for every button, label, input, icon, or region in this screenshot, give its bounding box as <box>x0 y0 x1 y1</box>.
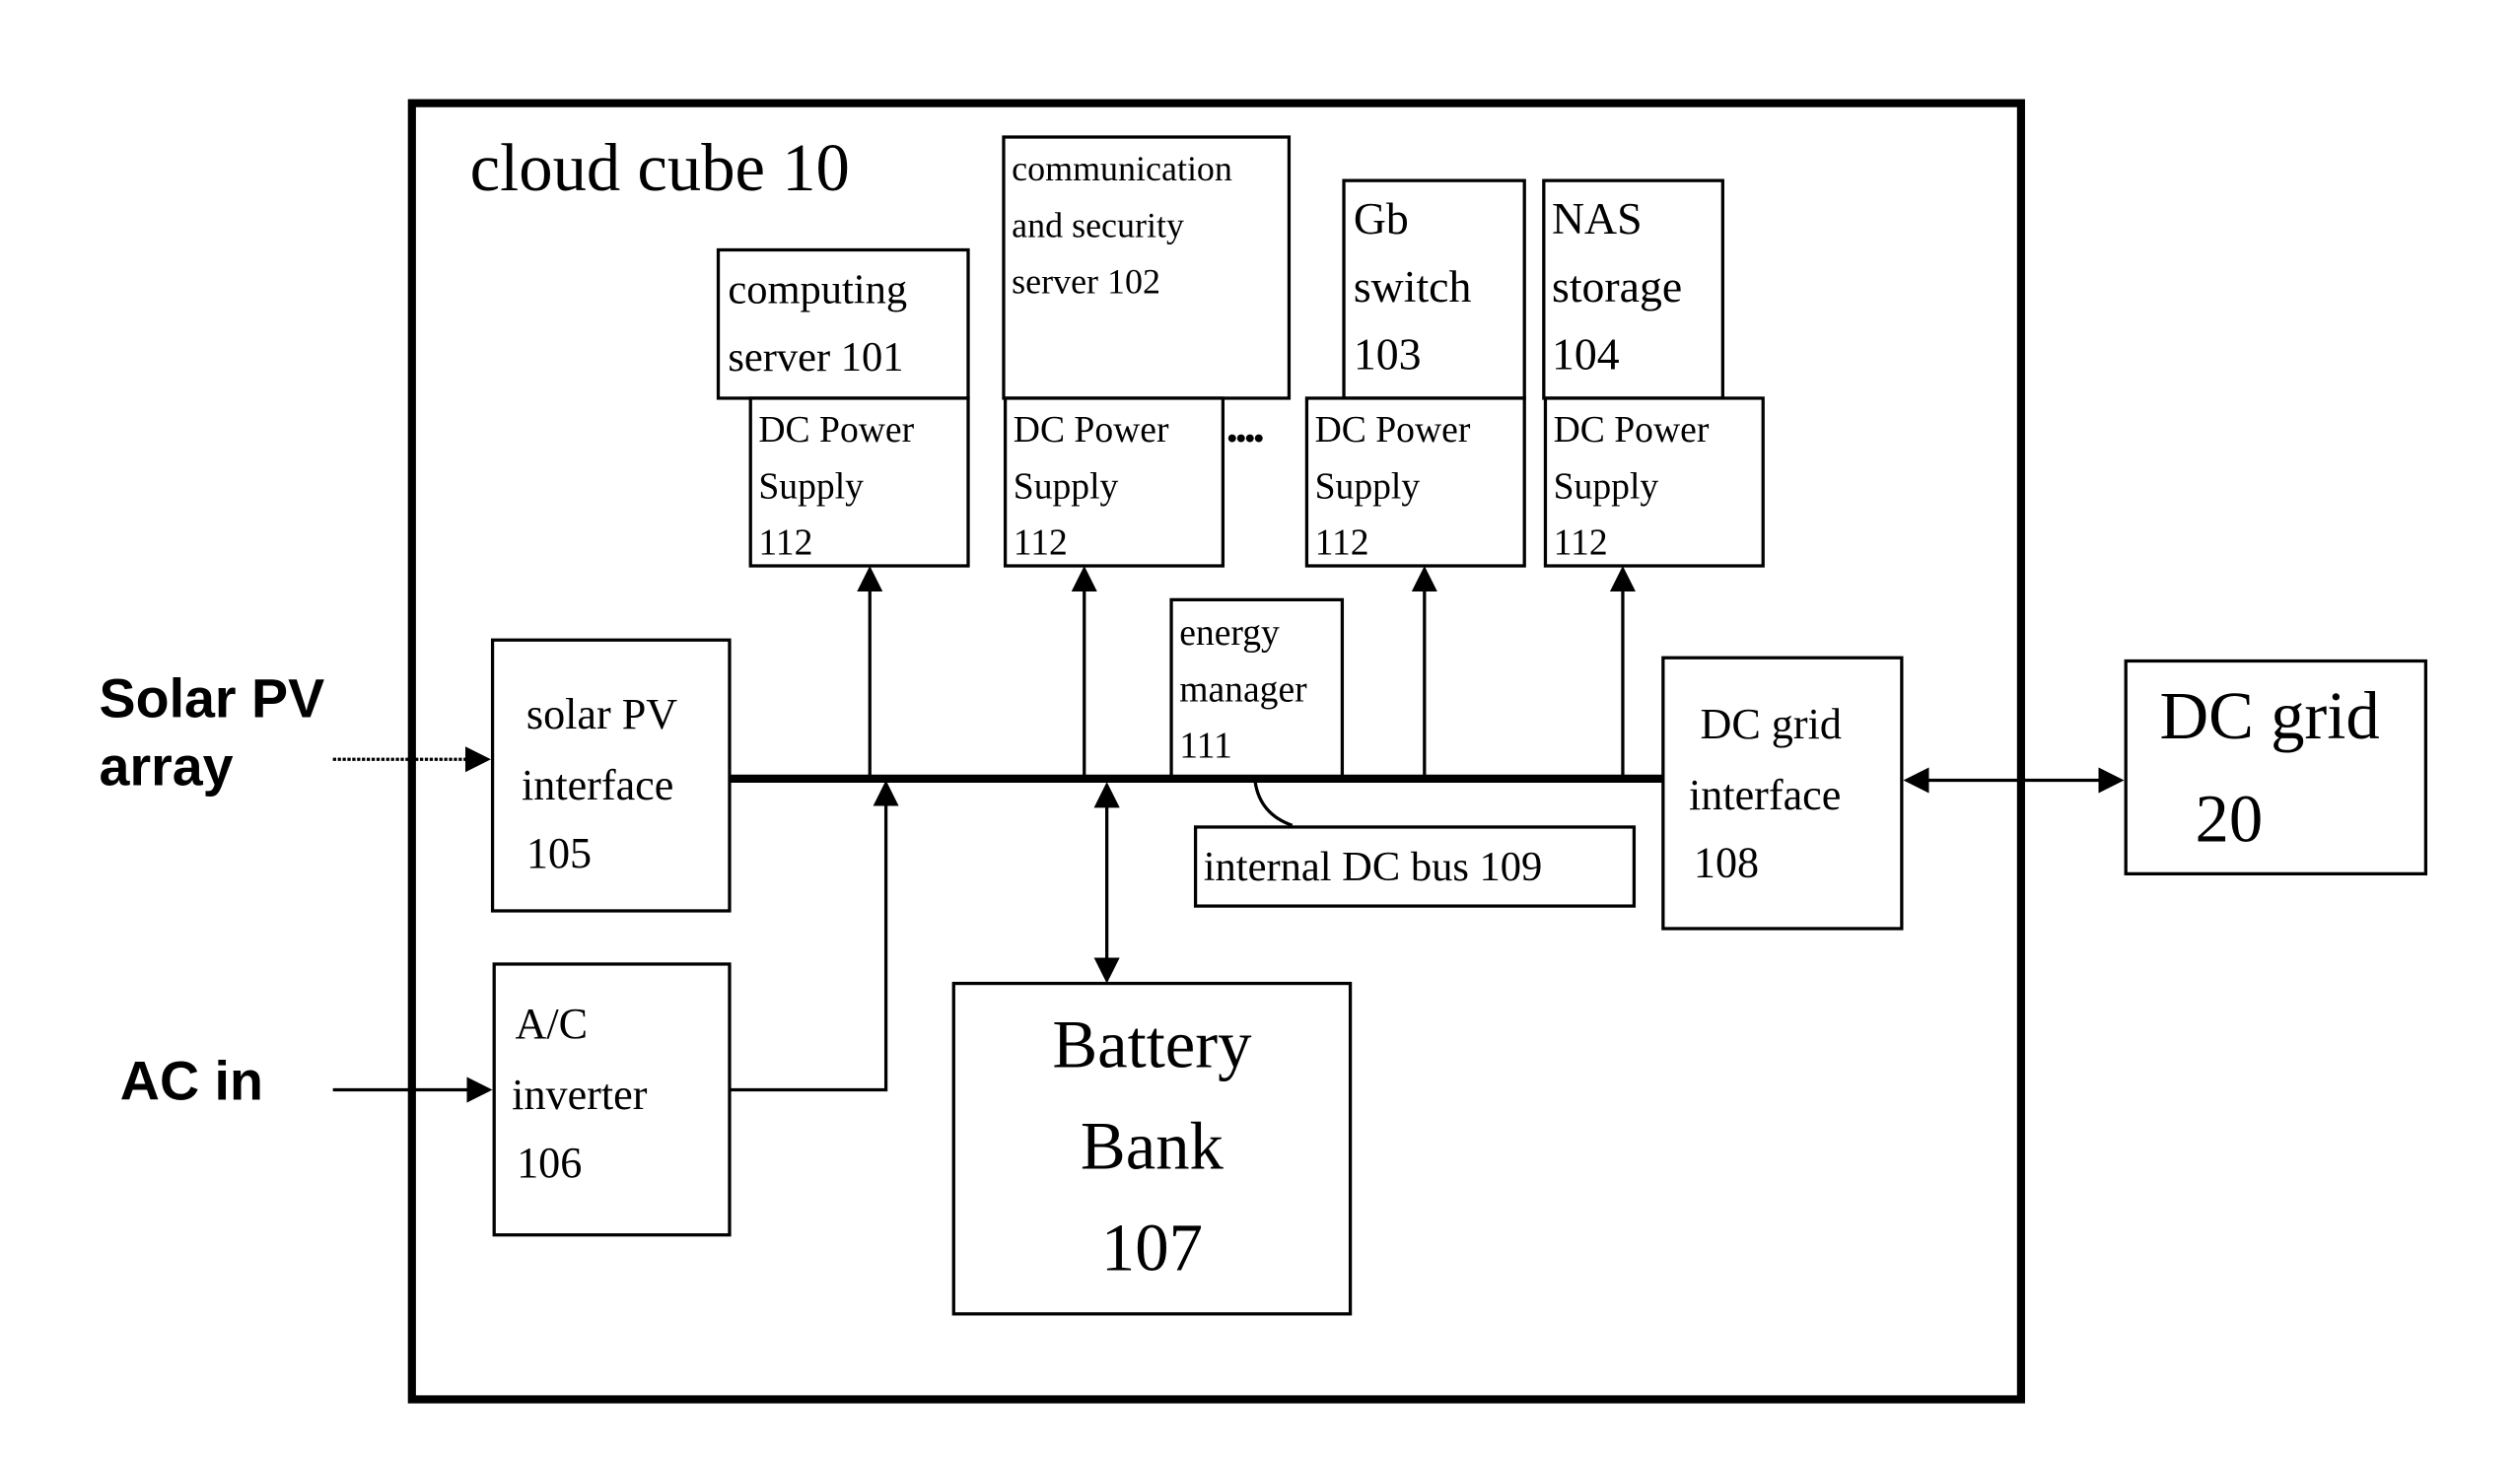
svg-text:112: 112 <box>1315 522 1369 564</box>
solar-pv-array-label: Solar PV <box>100 668 325 730</box>
svg-text:Gb: Gb <box>1354 193 1409 243</box>
svg-text:Bank: Bank <box>1081 1109 1225 1184</box>
svg-text:112: 112 <box>1014 522 1068 564</box>
svg-text:storage: storage <box>1552 261 1682 312</box>
ellipsis-dots: .... <box>1226 398 1264 452</box>
svg-text:Supply: Supply <box>758 465 864 507</box>
svg-text:communication: communication <box>1012 149 1232 188</box>
svg-text:112: 112 <box>1554 522 1608 564</box>
computing-server-block: computing server 101 <box>716 247 970 400</box>
svg-text:Supply: Supply <box>1554 465 1659 507</box>
svg-text:inverter: inverter <box>512 1071 648 1119</box>
svg-text:switch: switch <box>1354 261 1472 312</box>
ac-in-label: AC in <box>120 1050 263 1111</box>
svg-text:energy: energy <box>1179 612 1280 654</box>
dc-grid-interface-block: DC grid interface 108 <box>1661 656 1904 931</box>
bus-label-leader <box>1253 781 1294 827</box>
svg-text:DC grid: DC grid <box>2160 678 2380 753</box>
svg-text:NAS: NAS <box>1552 193 1643 243</box>
svg-text:103: 103 <box>1354 328 1422 379</box>
internal-dc-bus-label: internal DC bus 109 <box>1193 825 1637 908</box>
dc-power-supply-2: DC Power Supply 112 <box>1003 396 1225 568</box>
svg-text:computing: computing <box>728 266 907 313</box>
svg-text:interface: interface <box>522 761 673 809</box>
svg-text:107: 107 <box>1101 1211 1203 1285</box>
svg-text:interface: interface <box>1689 771 1841 819</box>
svg-text:DC Power: DC Power <box>1554 409 1710 451</box>
svg-text:server 101: server 101 <box>728 334 903 381</box>
svg-text:DC grid: DC grid <box>1700 700 1841 748</box>
svg-text:Supply: Supply <box>1315 465 1421 507</box>
dc-power-supply-1: DC Power Supply 112 <box>748 396 970 568</box>
cloud-cube-title: cloud cube 10 <box>470 130 850 205</box>
solar-pv-interface-block: solar PV interface 105 <box>490 638 732 913</box>
svg-text:20: 20 <box>2196 782 2264 857</box>
dc-power-supply-3: DC Power Supply 112 <box>1304 396 1526 568</box>
svg-text:DC Power: DC Power <box>1014 409 1169 451</box>
svg-text:DC Power: DC Power <box>758 409 914 451</box>
svg-text:solar PV: solar PV <box>526 690 677 738</box>
inverter-to-bus-arrow <box>729 780 899 1092</box>
svg-text:and security: and security <box>1012 205 1184 244</box>
svg-text:108: 108 <box>1694 839 1759 887</box>
svg-text:A/C: A/C <box>515 1000 588 1048</box>
ac-inverter-block: A/C inverter 106 <box>492 962 732 1237</box>
svg-text:server 102: server 102 <box>1012 262 1160 302</box>
comm-security-server-block: communication and security server 102 <box>1002 135 1292 400</box>
svg-text:104: 104 <box>1552 328 1620 379</box>
svg-text:112: 112 <box>758 522 812 564</box>
svg-text:106: 106 <box>517 1139 582 1187</box>
svg-text:manager: manager <box>1179 668 1307 710</box>
dc-power-supply-4: DC Power Supply 112 <box>1543 396 1765 568</box>
dc-grid-external-block: DC grid 20 <box>2124 659 2427 876</box>
svg-text:DC Power: DC Power <box>1315 409 1471 451</box>
energy-manager-block: energy manager 111 <box>1169 597 1345 779</box>
cloud-cube-diagram: cloud cube 10 computing server 101 commu… <box>100 99 2427 1404</box>
svg-text:Supply: Supply <box>1014 465 1119 507</box>
svg-text:internal DC bus 109: internal DC bus 109 <box>1204 844 1543 890</box>
svg-text:Battery: Battery <box>1052 1007 1252 1082</box>
solar-pv-array-label-2: array <box>100 735 234 797</box>
svg-text:111: 111 <box>1179 726 1232 767</box>
svg-text:105: 105 <box>526 829 592 877</box>
gb-switch-block: Gb switch 103 <box>1342 178 1526 400</box>
battery-bank-block: Battery Bank 107 <box>951 981 1353 1316</box>
nas-storage-block: NAS storage 104 <box>1542 178 1724 400</box>
